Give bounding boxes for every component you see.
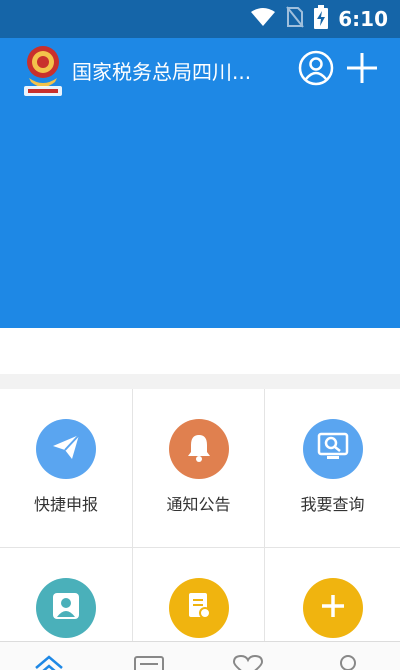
profile-icon[interactable] bbox=[336, 654, 360, 670]
person-icon bbox=[51, 591, 81, 625]
service-icon-circle bbox=[302, 419, 363, 479]
service-notice[interactable]: 通知公告 bbox=[133, 389, 265, 548]
bell-icon bbox=[185, 432, 213, 466]
home-icon[interactable] bbox=[34, 654, 64, 670]
tax-emblem-icon bbox=[20, 42, 66, 98]
app-title: 国家税务总局四川... bbox=[72, 60, 252, 84]
app-header: 国家税务总局四川... bbox=[0, 38, 400, 328]
profile-button[interactable] bbox=[298, 50, 334, 90]
service-icon-circle bbox=[302, 578, 363, 638]
service-label: 通知公告 bbox=[166, 495, 231, 514]
add-button[interactable] bbox=[344, 52, 380, 88]
section-divider bbox=[0, 374, 400, 389]
service-query[interactable]: 我要查询 bbox=[265, 389, 400, 548]
wifi-icon bbox=[250, 7, 276, 31]
service-label: 我要查询 bbox=[300, 495, 365, 514]
plus-icon bbox=[344, 50, 380, 90]
service-icon-circle bbox=[36, 578, 96, 638]
service-icon-circle bbox=[168, 419, 229, 479]
status-time: 6:10 bbox=[338, 7, 388, 31]
service-grid: 快捷申报 通知公告 我要查询 bbox=[0, 389, 400, 641]
heart-icon[interactable] bbox=[232, 654, 264, 670]
list-icon[interactable] bbox=[134, 654, 164, 670]
service-quick-declare[interactable]: 快捷申报 bbox=[0, 389, 133, 548]
banner-gap bbox=[0, 328, 400, 374]
search-monitor-icon bbox=[317, 432, 349, 466]
service-personal[interactable] bbox=[0, 548, 133, 641]
service-add[interactable] bbox=[265, 548, 400, 641]
status-icons: 6:10 bbox=[250, 0, 388, 38]
status-bar: 6:10 bbox=[0, 0, 400, 38]
user-circle-icon bbox=[298, 50, 334, 90]
battery-charging-icon bbox=[314, 5, 329, 33]
bottom-nav bbox=[0, 641, 400, 670]
service-document[interactable] bbox=[133, 548, 265, 641]
no-sim-icon bbox=[286, 6, 305, 32]
document-icon bbox=[186, 591, 212, 625]
service-label: 快捷申报 bbox=[33, 495, 98, 514]
service-icon-circle bbox=[36, 419, 96, 479]
service-icon-circle bbox=[168, 578, 229, 638]
plus-icon bbox=[319, 592, 347, 624]
paper-plane-icon bbox=[51, 432, 81, 466]
